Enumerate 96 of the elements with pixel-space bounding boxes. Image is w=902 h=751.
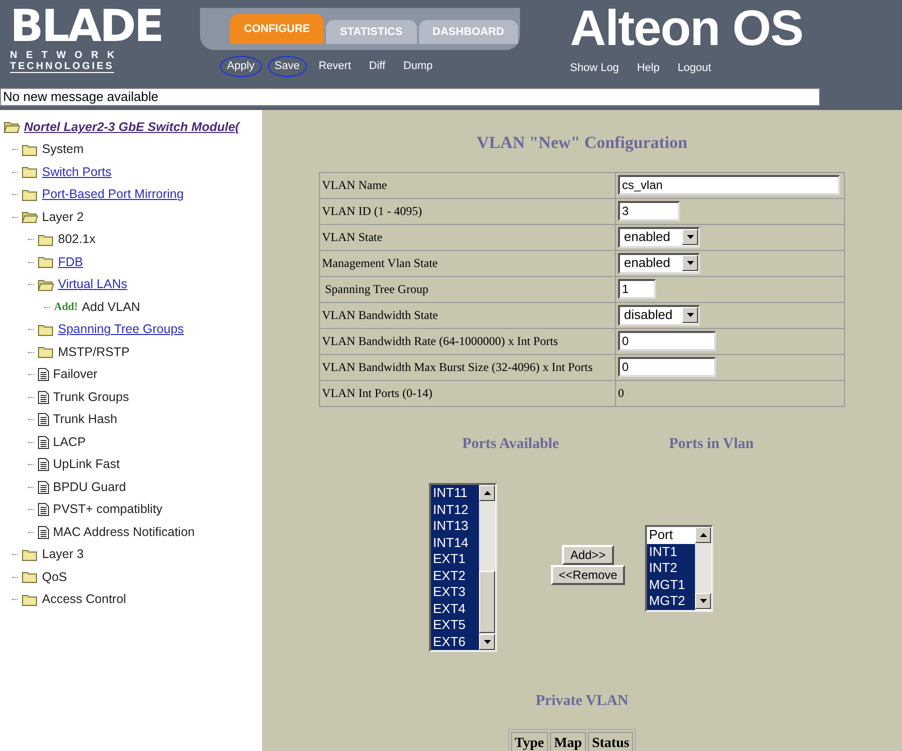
add-label: Add!: [54, 300, 78, 315]
field-label: VLAN ID (1 - 4095): [322, 204, 422, 218]
tree-item[interactable]: 802.1x: [58, 230, 96, 250]
column-header: Map: [550, 732, 586, 751]
tree-item[interactable]: Layer 3: [42, 545, 84, 564]
column-header: Type: [510, 732, 548, 751]
field-label: VLAN Name: [322, 178, 387, 192]
document-icon: [38, 526, 49, 539]
list-option[interactable]: EXT5: [431, 617, 479, 634]
tree-item[interactable]: UpLink Fast: [53, 455, 120, 474]
caret-icon: [686, 261, 694, 265]
tree-item[interactable]: FDB: [58, 252, 83, 272]
header-link[interactable]: Logout: [678, 60, 712, 76]
input-field[interactable]: 3: [618, 201, 680, 221]
list-option[interactable]: MGT2: [647, 593, 695, 610]
dropdown[interactable]: disabled: [618, 304, 700, 326]
list-option[interactable]: INT12: [431, 502, 479, 518]
section-heading: Ports Available: [462, 434, 559, 454]
list-option[interactable]: EXT2: [431, 568, 479, 584]
list-option[interactable]: EXT6: [431, 634, 479, 650]
port-list[interactable]: Port INT1 INT2 MGT1 MGT2: [645, 525, 713, 612]
field-label: VLAN Int Ports (0-14): [322, 386, 432, 400]
tree-item[interactable]: Layer 2: [42, 208, 84, 227]
document-icon: [38, 390, 49, 404]
list-option[interactable]: INT11: [431, 485, 479, 502]
column-header: Status: [588, 732, 634, 751]
dropdown[interactable]: enabled: [618, 252, 700, 274]
form-button[interactable]: Add>>: [562, 545, 614, 565]
product-title: Alteon OS: [570, 0, 803, 56]
list-option[interactable]: EXT4: [431, 600, 479, 617]
field-value: 0: [618, 386, 624, 400]
up-arrow-icon: [484, 491, 490, 495]
document-icon: [38, 480, 49, 494]
list-option[interactable]: INT14: [431, 534, 479, 551]
form-button[interactable]: <<Remove: [550, 565, 626, 585]
input-field[interactable]: 1: [618, 279, 656, 299]
header-link[interactable]: Show Log: [570, 60, 619, 76]
list-option[interactable]: EXT1: [431, 551, 479, 568]
section-heading: Ports in Vlan: [669, 436, 754, 452]
logo-subtitle: N E T W O R K: [10, 50, 118, 61]
document-icon: [38, 413, 49, 426]
field-label: VLAN State: [322, 230, 382, 244]
toolbar-link[interactable]: Apply: [220, 56, 262, 76]
tree-item[interactable]: Trunk Hash: [53, 410, 118, 430]
section-heading: Private VLAN: [536, 692, 628, 711]
field-label: VLAN Bandwidth State: [322, 308, 438, 322]
tree-item[interactable]: Access Control: [42, 590, 126, 610]
list-option[interactable]: MGT1: [647, 576, 695, 593]
tree-item[interactable]: Nortel Layer2-3 GbE Switch Module(: [24, 118, 240, 137]
input-field[interactable]: cs_vlan: [618, 175, 840, 195]
toolbar-link[interactable]: Diff: [363, 57, 392, 76]
message-bar: No new message available: [0, 88, 820, 106]
tree-item[interactable]: System: [42, 140, 84, 160]
down-arrow-icon: [484, 640, 490, 644]
tree-item[interactable]: Spanning Tree Groups: [58, 320, 184, 340]
list-option[interactable]: INT1: [647, 544, 695, 560]
scrollbar[interactable]: [695, 527, 711, 609]
field-label: Spanning Tree Group: [324, 282, 428, 296]
tree-item[interactable]: QoS: [42, 568, 68, 587]
page-title: VLAN "New" Configuration: [476, 132, 688, 154]
tree-item[interactable]: MSTP/RSTP: [58, 342, 130, 362]
tree-item[interactable]: MAC Address Notification: [53, 522, 195, 542]
caret-icon: [686, 235, 694, 239]
tree-item[interactable]: Virtual LANs: [58, 275, 128, 294]
up-arrow-icon: [700, 533, 706, 537]
document-icon: [38, 436, 49, 449]
input-field[interactable]: 0: [618, 331, 716, 351]
port-list[interactable]: INT11 INT12 INT13 INT14 EXT1 EXT2 EXT3 EXT4 EXT5 EXT6: [429, 483, 497, 652]
tree-item[interactable]: LACP: [53, 432, 86, 452]
field-label: VLAN Bandwidth Rate (64-1000000) x Int Ports: [322, 334, 558, 348]
tree-item[interactable]: Add VLAN: [82, 298, 140, 317]
document-icon: [38, 458, 49, 472]
list-option[interactable]: INT13: [431, 518, 479, 534]
tree-item[interactable]: PVST+ compatiblity: [53, 500, 162, 520]
tree-item[interactable]: Port-Based Port Mirroring: [42, 185, 184, 204]
tree-item[interactable]: BPDU Guard: [53, 478, 126, 497]
toolbar-link[interactable]: Dump: [397, 57, 439, 76]
list-option[interactable]: EXT3: [431, 584, 479, 600]
scrollbar[interactable]: [479, 485, 495, 650]
tree-item[interactable]: Trunk Groups: [53, 388, 129, 407]
header-link[interactable]: Help: [636, 60, 660, 76]
caret-icon: [686, 313, 694, 317]
input-field[interactable]: 0: [618, 357, 716, 377]
field-label: Management Vlan State: [322, 256, 438, 270]
tree-item[interactable]: Failover: [53, 365, 98, 384]
tree-item[interactable]: Switch Ports: [42, 162, 112, 182]
logo-subtitle: TECHNOLOGIES: [10, 61, 114, 73]
toolbar-link[interactable]: Revert: [312, 57, 358, 76]
document-icon: [38, 368, 49, 382]
document-icon: [38, 503, 49, 516]
logo-title: BLADE: [10, 6, 164, 48]
dropdown[interactable]: enabled: [618, 226, 700, 248]
down-arrow-icon: [700, 599, 706, 603]
list-option[interactable]: INT2: [647, 560, 695, 576]
toolbar-link[interactable]: Save: [268, 56, 307, 76]
field-label: VLAN Bandwidth Max Burst Size (32-4096) x Int Ports: [322, 360, 593, 374]
